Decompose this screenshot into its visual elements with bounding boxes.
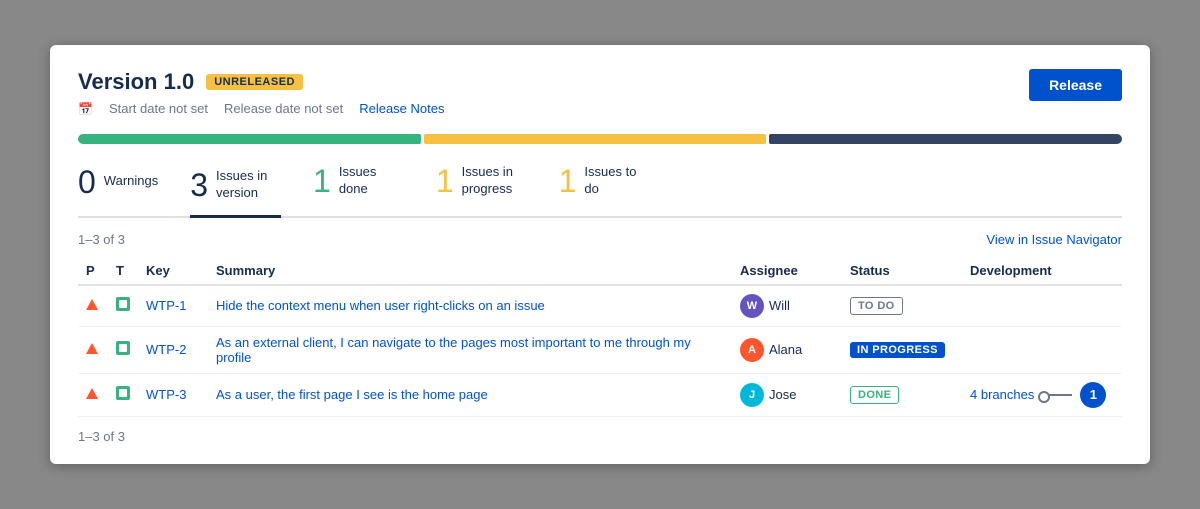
summary-cell: As a user, the first page I see is the h… (208, 373, 732, 416)
priority-cell (78, 285, 108, 327)
avatar: W (740, 294, 764, 318)
status-cell: IN PROGRESS (842, 326, 962, 373)
branch-dot-line-icon (1042, 394, 1072, 396)
stat-issues-inprogress-number: 1 (436, 165, 454, 197)
issue-key-link[interactable]: WTP-3 (146, 387, 186, 402)
stat-warnings-label: Warnings (104, 173, 158, 190)
stat-warnings[interactable]: 0 Warnings (78, 166, 158, 202)
progress-bar (78, 134, 1122, 144)
stat-issues-inprogress[interactable]: 1 Issues in progress (436, 164, 527, 202)
issue-summary-link[interactable]: As an external client, I can navigate to… (216, 335, 691, 365)
development-cell: 4 branches 1 (962, 373, 1122, 416)
release-date: Release date not set (224, 101, 343, 116)
stat-issues-inprogress-label: Issues in progress (462, 164, 527, 198)
stat-issues-version-label: Issues in version (216, 168, 281, 202)
assignee-name: Will (769, 298, 790, 313)
version-name: Version 1.0 (78, 69, 194, 95)
progress-inprogress (424, 134, 767, 144)
dev-badge: 1 (1080, 382, 1106, 408)
type-cell (108, 285, 138, 327)
assignee-name: Alana (769, 342, 802, 357)
priority-cell (78, 373, 108, 416)
status-cell: DONE (842, 373, 962, 416)
stat-issues-done-label: Issues done (339, 164, 404, 198)
status-badge: TO DO (850, 297, 903, 315)
priority-high-icon (86, 388, 98, 399)
release-button[interactable]: Release (1029, 69, 1122, 101)
avatar: J (740, 383, 764, 407)
start-date: Start date not set (109, 101, 208, 116)
stat-issues-todo-label: Issues to do (584, 164, 649, 198)
issue-key-link[interactable]: WTP-2 (146, 342, 186, 357)
stat-issues-version-number: 3 (190, 169, 208, 201)
col-header-t: T (108, 257, 138, 285)
progress-todo (769, 134, 1122, 144)
type-cell (108, 373, 138, 416)
assignee-cell: W Will (732, 285, 842, 327)
stat-issues-todo[interactable]: 1 Issues to do (559, 164, 650, 202)
issue-key-link[interactable]: WTP-1 (146, 298, 186, 313)
stat-issues-done-number: 1 (313, 165, 331, 197)
priority-high-icon (86, 343, 98, 354)
col-header-dev: Development (962, 257, 1122, 285)
col-header-assignee: Assignee (732, 257, 842, 285)
col-header-p: P (78, 257, 108, 285)
table-header: P T Key Summary Assignee Status Developm… (78, 257, 1122, 285)
table-row: WTP-2 As an external client, I can naviga… (78, 326, 1122, 373)
col-header-key: Key (138, 257, 208, 285)
view-navigator-link[interactable]: View in Issue Navigator (986, 232, 1122, 247)
priority-high-icon (86, 299, 98, 310)
table-row: WTP-3 As a user, the first page I see is … (78, 373, 1122, 416)
table-row: WTP-1 Hide the context menu when user rig… (78, 285, 1122, 327)
story-icon (116, 341, 130, 355)
summary-cell: Hide the context menu when user right-cl… (208, 285, 732, 327)
footer-count: 1–3 of 3 (78, 429, 1122, 444)
key-cell: WTP-1 (138, 285, 208, 327)
count-label: 1–3 of 3 (78, 232, 125, 247)
version-card: Version 1.0 UNRELEASED 📅 Start date not … (50, 45, 1150, 464)
summary-cell: As an external client, I can navigate to… (208, 326, 732, 373)
development-cell (962, 326, 1122, 373)
stat-issues-in-version[interactable]: 3 Issues in version (190, 168, 281, 218)
unreleased-badge: UNRELEASED (206, 74, 303, 90)
branches-link[interactable]: 4 branches (970, 387, 1034, 402)
key-cell: WTP-3 (138, 373, 208, 416)
assignee-cell: J Jose (732, 373, 842, 416)
header-left: Version 1.0 UNRELEASED 📅 Start date not … (78, 69, 445, 116)
issue-summary-link[interactable]: As a user, the first page I see is the h… (216, 387, 488, 402)
calendar-icon: 📅 (78, 102, 93, 116)
status-cell: TO DO (842, 285, 962, 327)
story-icon (116, 297, 130, 311)
assignee-cell: A Alana (732, 326, 842, 373)
type-cell (108, 326, 138, 373)
stat-issues-todo-number: 1 (559, 165, 577, 197)
avatar: A (740, 338, 764, 362)
table-header-row: 1–3 of 3 View in Issue Navigator (78, 232, 1122, 247)
col-header-status: Status (842, 257, 962, 285)
story-icon (116, 386, 130, 400)
status-badge: DONE (850, 386, 899, 404)
issue-summary-link[interactable]: Hide the context menu when user right-cl… (216, 298, 545, 313)
key-cell: WTP-2 (138, 326, 208, 373)
progress-done (78, 134, 421, 144)
stats-row: 0 Warnings 3 Issues in version 1 Issues … (78, 164, 1122, 218)
status-badge: IN PROGRESS (850, 342, 945, 358)
priority-cell (78, 326, 108, 373)
sub-info: 📅 Start date not set Release date not se… (78, 101, 445, 116)
issues-table: P T Key Summary Assignee Status Developm… (78, 257, 1122, 417)
version-title: Version 1.0 UNRELEASED (78, 69, 445, 95)
release-notes-link[interactable]: Release Notes (359, 101, 444, 116)
assignee-name: Jose (769, 387, 796, 402)
col-header-summary: Summary (208, 257, 732, 285)
development-cell (962, 285, 1122, 327)
stat-issues-done[interactable]: 1 Issues done (313, 164, 404, 202)
header: Version 1.0 UNRELEASED 📅 Start date not … (78, 69, 1122, 116)
stat-warnings-number: 0 (78, 166, 96, 198)
